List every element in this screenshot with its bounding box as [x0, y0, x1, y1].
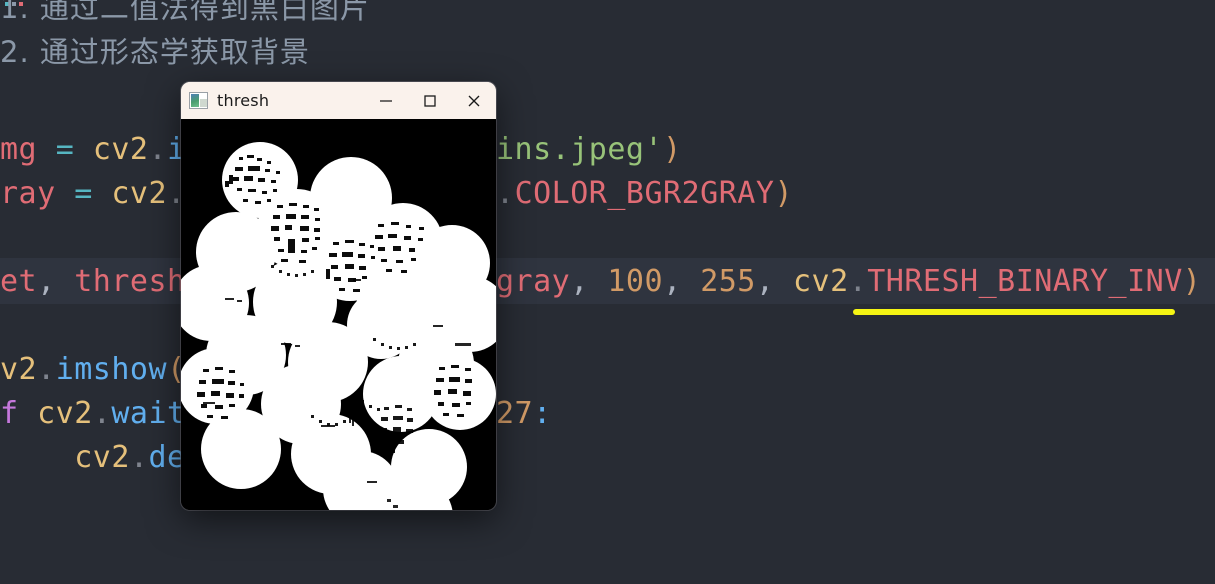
code-token: cv2	[37, 396, 93, 431]
code-line[interactable]: f cv2.wait	[0, 392, 186, 436]
code-line[interactable]: et, thresh	[0, 260, 186, 304]
code-token: f	[0, 396, 38, 431]
code-token: .	[37, 352, 56, 387]
cv-thresh-window[interactable]: thresh	[181, 82, 496, 510]
opencv-image-icon	[189, 92, 208, 109]
minimize-icon[interactable]	[364, 82, 408, 119]
code-line[interactable]: gray, 100, 255, cv2.THRESH_BINARY_INV)	[496, 260, 1201, 304]
code-token: .	[129, 440, 149, 475]
code-token: 100	[607, 264, 664, 299]
code-token: .	[496, 176, 515, 211]
code-token: ,	[570, 264, 608, 299]
code-token: 27	[496, 396, 534, 431]
code-line[interactable]: .COLOR_BGR2GRAY)	[496, 172, 793, 216]
code-token: :	[533, 396, 552, 431]
code-token: ,	[37, 264, 75, 299]
yellow-highlight-underline	[853, 309, 1175, 315]
code-token: )	[663, 132, 682, 167]
code-token: .	[848, 264, 868, 299]
code-token: ,	[755, 264, 793, 299]
doc-line-2: 2. 通过形态学获取背景	[0, 35, 310, 69]
close-icon[interactable]	[452, 82, 496, 119]
code-token: cv2	[0, 440, 130, 475]
code-line[interactable]: v2.imshow(	[0, 348, 186, 392]
code-line[interactable]: mg = cv2.i	[0, 128, 186, 172]
code-token: .	[92, 396, 112, 431]
code-line[interactable]: 27:	[496, 392, 552, 436]
doc-line-1: 1. 通过二值法得到黑白图片	[0, 0, 370, 25]
code-token: cv2	[92, 132, 149, 167]
code-token: .	[148, 132, 168, 167]
code-token: mg	[0, 132, 56, 167]
coins-threshold-image	[181, 119, 496, 510]
code-line[interactable]: ray = cv2.	[0, 172, 186, 216]
code-line[interactable]: cv2.des	[0, 436, 204, 480]
code-token: wait	[111, 396, 186, 431]
code-token: THRESH_BINARY_INV	[867, 264, 1183, 299]
code-token: v2	[0, 352, 38, 387]
code-token: et	[0, 264, 38, 299]
code-line[interactable]: ins.jpeg')	[496, 128, 682, 172]
code-token: ray	[0, 176, 75, 211]
code-token: )	[774, 176, 793, 211]
screen: 1. 通过二值法得到黑白图片 2. 通过形态学获取背景 mg = cv2.i ra…	[0, 0, 1215, 584]
code-token: )	[1182, 264, 1202, 299]
code-token: imshow	[55, 352, 168, 387]
maximize-icon[interactable]	[408, 82, 452, 119]
window-controls[interactable]	[364, 82, 496, 119]
code-token: thresh	[74, 264, 186, 299]
window-titlebar[interactable]: thresh	[181, 82, 496, 119]
code-token: =	[55, 132, 93, 167]
code-token: ins.jpeg'	[496, 132, 664, 167]
code-token: gray	[496, 264, 571, 299]
code-token: 255	[700, 264, 756, 299]
thresh-image-canvas	[181, 119, 496, 510]
code-token: cv2	[793, 264, 849, 299]
code-token: =	[74, 176, 112, 211]
window-title: thresh	[217, 91, 270, 110]
code-token: cv2	[111, 176, 168, 211]
code-token: ,	[663, 264, 701, 299]
code-token: COLOR_BGR2GRAY	[514, 176, 775, 211]
